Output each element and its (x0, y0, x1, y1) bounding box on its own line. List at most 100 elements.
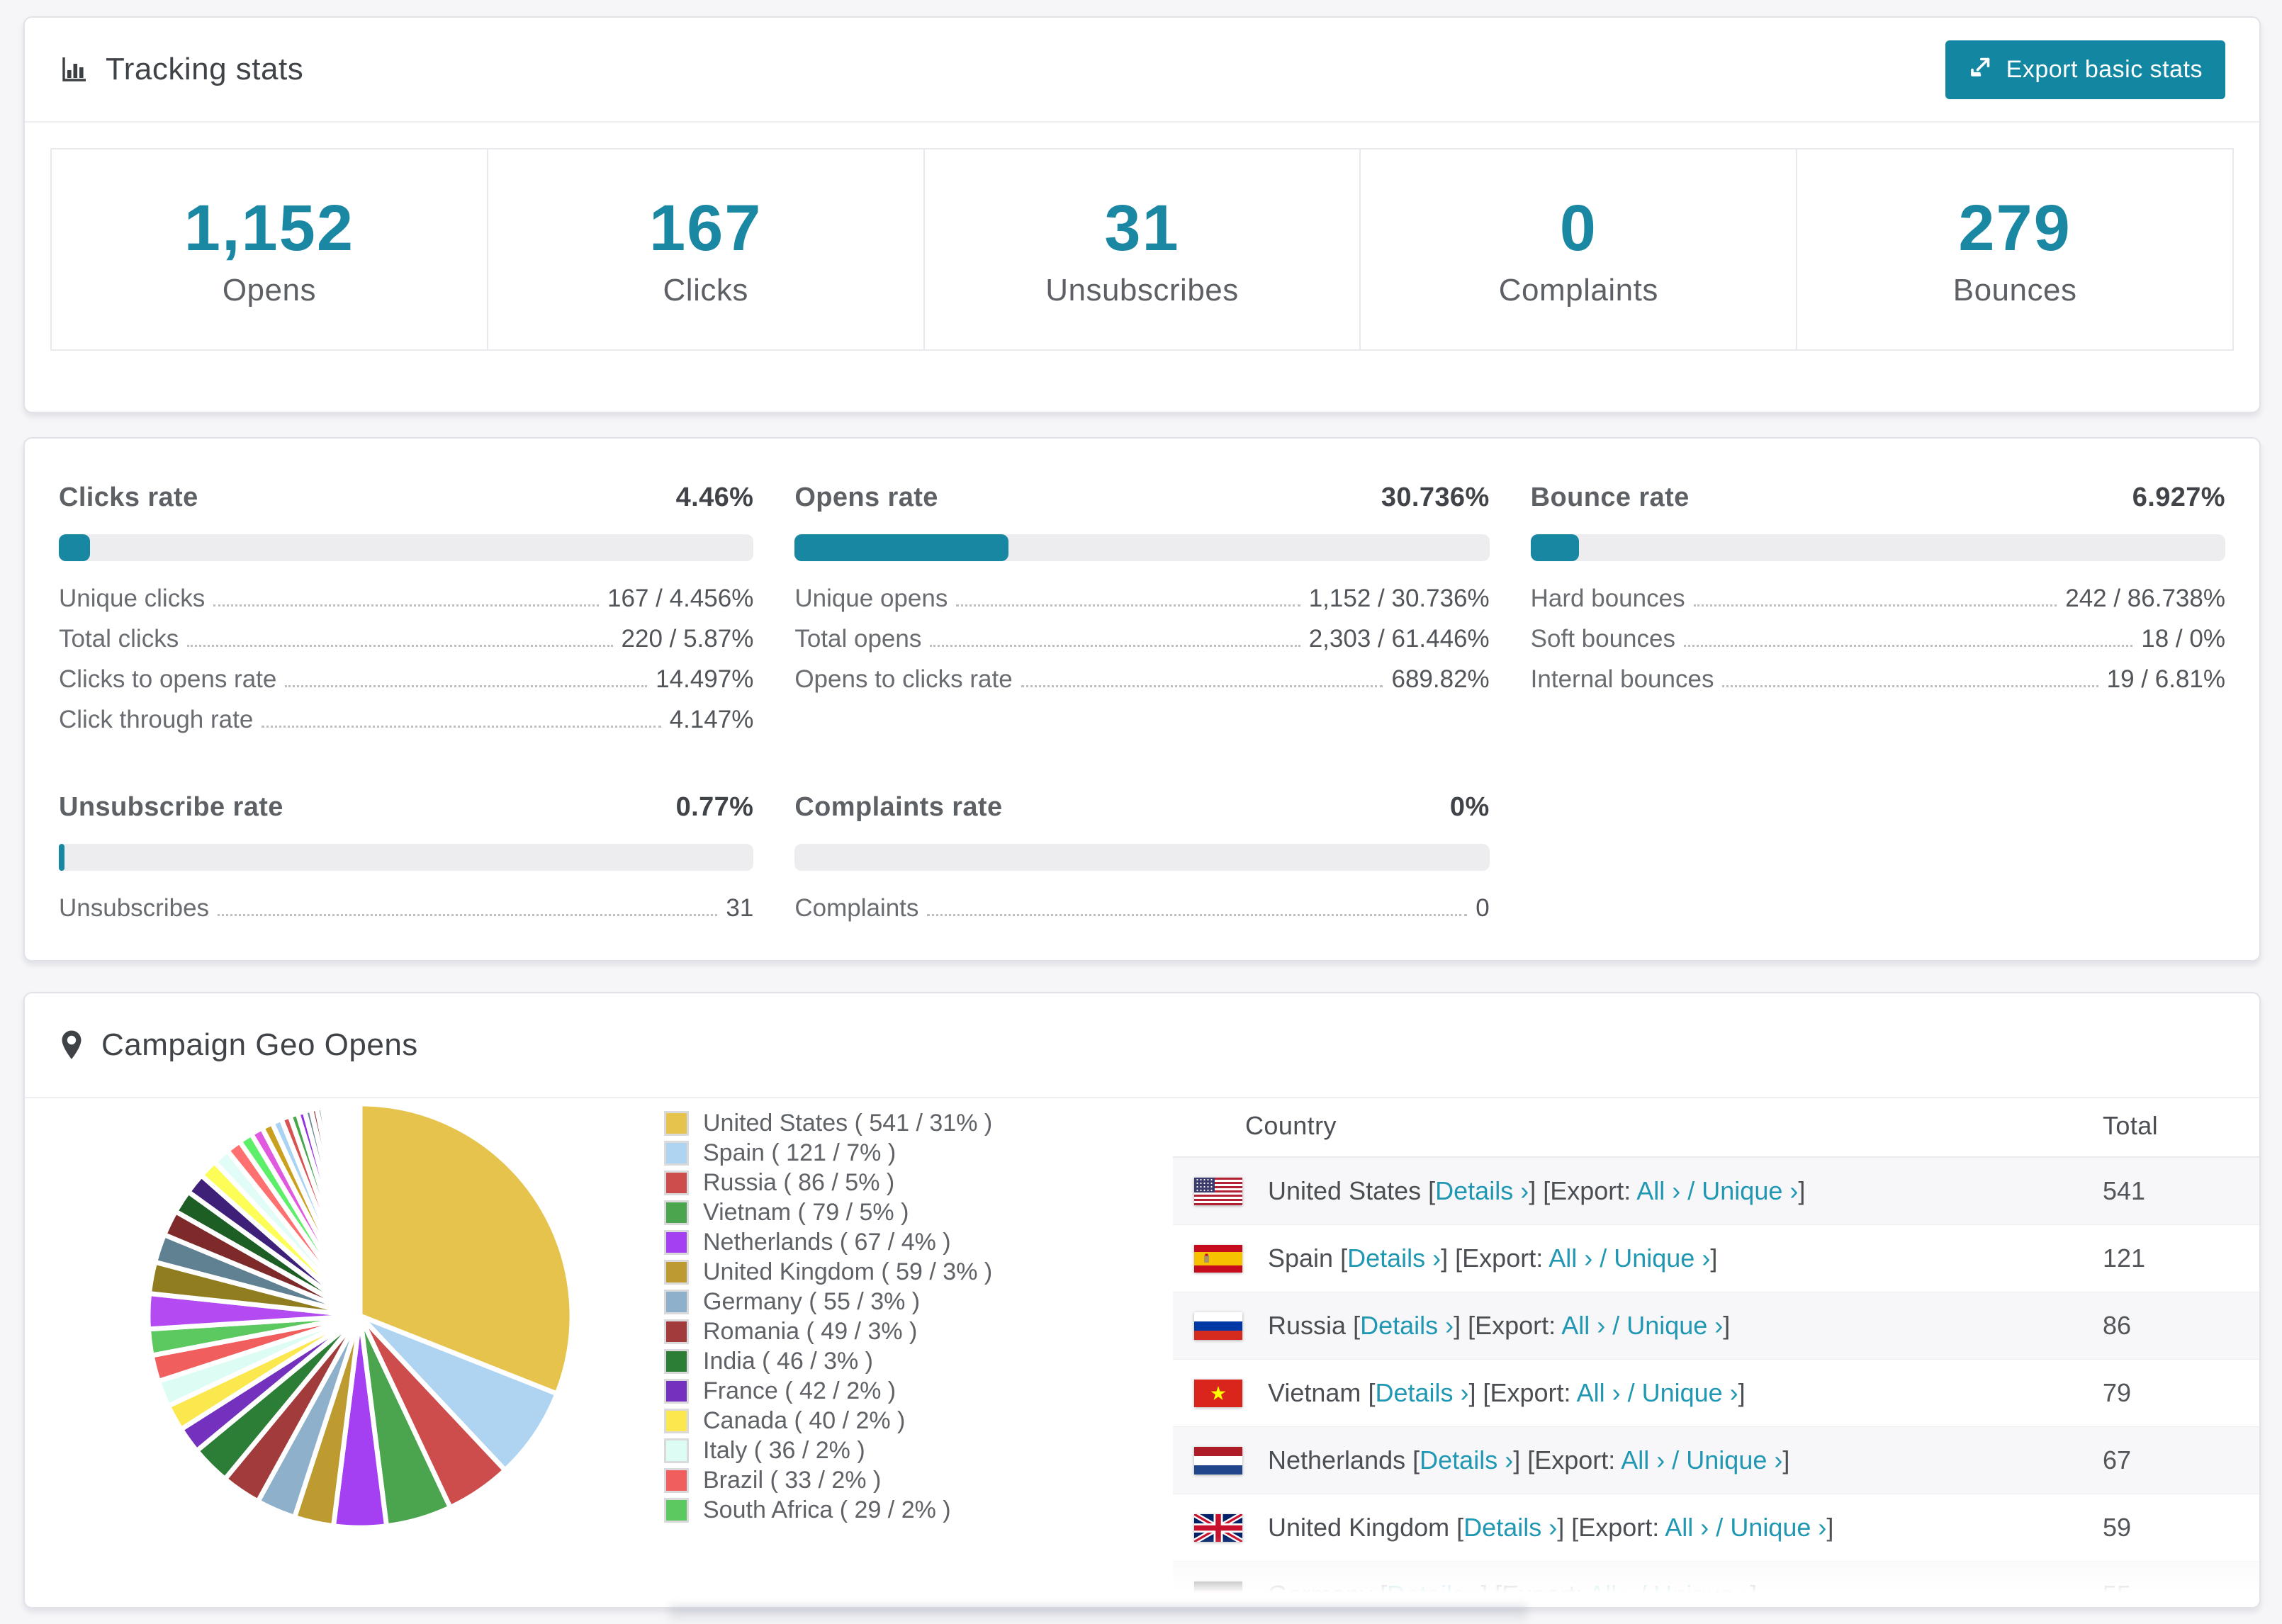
country-name: Russia (1268, 1311, 1347, 1340)
punct: [ (1428, 1176, 1436, 1205)
details-link[interactable]: Details › (1387, 1580, 1480, 1607)
rate-section: Complaints rate 0% Complaints 0 (794, 792, 1490, 923)
rate-detail-label: Click through rate (59, 706, 254, 733)
legend-item: Spain ( 121 / 7% ) (664, 1138, 992, 1168)
export-prefix: Export: (1534, 1445, 1621, 1474)
punct: [ (1353, 1311, 1361, 1340)
country-name: Spain (1268, 1244, 1334, 1273)
geo-table-row: United Kingdom [Details ›] [Export: All … (1173, 1494, 2259, 1562)
dotted-leader (1693, 604, 2057, 607)
geo-table: Country Total United States [Details ›] … (1173, 1093, 2259, 1608)
export-all-link[interactable]: All › (1665, 1513, 1709, 1542)
legend-color-swatch (664, 1259, 689, 1285)
rate-detail-value: 4.147% (669, 706, 754, 733)
summary-stat-unsubscribes: 31 Unsubscribes (925, 150, 1361, 349)
export-prefix: Export: (1550, 1176, 1637, 1205)
export-unique-link[interactable]: Unique › (1642, 1378, 1738, 1407)
rate-detail-label: Unique opens (794, 585, 948, 612)
dotted-leader (285, 685, 648, 687)
details-link[interactable]: Details › (1360, 1311, 1454, 1340)
details-link[interactable]: Details › (1375, 1378, 1468, 1407)
export-all-link[interactable]: All › (1636, 1176, 1680, 1205)
legend-item: Romania ( 49 / 3% ) (664, 1316, 992, 1346)
stat-value: 1,152 (184, 191, 355, 264)
export-all-link[interactable]: All › (1588, 1580, 1632, 1607)
export-unique-link[interactable]: Unique › (1730, 1513, 1826, 1542)
summary-stat-clicks: 167 Clicks (488, 150, 925, 349)
export-unique-link[interactable]: Unique › (1702, 1176, 1798, 1205)
country-total: 541 (2103, 1176, 2146, 1205)
details-link[interactable]: Details › (1420, 1445, 1513, 1474)
export-prefix: Export: (1462, 1244, 1549, 1273)
rate-progress-fill (59, 844, 64, 871)
punct: ] [ (1529, 1176, 1551, 1205)
tracking-stats-header: Tracking stats Export basic stats (25, 18, 2259, 123)
dotted-leader (213, 604, 600, 607)
dotted-leader (1683, 645, 2133, 647)
export-prefix: Export: (1578, 1513, 1665, 1542)
legend-item: Brazil ( 33 / 2% ) (664, 1465, 992, 1495)
punct: ] [ (1480, 1580, 1502, 1608)
details-link[interactable]: Details › (1347, 1244, 1441, 1273)
geo-table-row: Netherlands [Details ›] [Export: All › /… (1173, 1427, 2259, 1494)
rate-percent: 6.927% (2132, 483, 2225, 512)
rate-detail-label: Clicks to opens rate (59, 665, 277, 693)
export-unique-link[interactable]: Unique › (1686, 1445, 1782, 1474)
rate-progress-fill (59, 534, 90, 561)
rate-detail-value: 0 (1476, 894, 1490, 922)
stat-value: 167 (648, 191, 763, 264)
export-all-link[interactable]: All › (1577, 1378, 1621, 1407)
legend-label: Spain ( 121 / 7% ) (703, 1139, 896, 1166)
legend-label: India ( 46 / 3% ) (703, 1347, 874, 1375)
export-prefix: Export: (1490, 1378, 1577, 1407)
legend-label: Netherlands ( 67 / 4% ) (703, 1228, 951, 1256)
legend-color-swatch (664, 1200, 689, 1225)
punct: [ (1340, 1244, 1348, 1273)
export-icon (1968, 54, 1994, 86)
rate-progress-bar (1530, 534, 2225, 561)
dotted-leader (956, 604, 1300, 607)
punct: ] [ (1557, 1513, 1579, 1542)
rate-section: Unsubscribe rate 0.77% Unsubscribes 31 (59, 792, 754, 923)
punct: ] (1750, 1580, 1758, 1608)
legend-label: South Africa ( 29 / 2% ) (703, 1496, 951, 1523)
rate-title: Unsubscribe rate (59, 792, 283, 822)
country-flag-es (1194, 1244, 1242, 1273)
tracking-stats-card: Tracking stats Export basic stats 1,152 … (23, 16, 2261, 413)
legend-label: Vietnam ( 79 / 5% ) (703, 1198, 909, 1226)
rate-detail-label: Total opens (794, 625, 922, 653)
legend-color-swatch (664, 1438, 689, 1463)
rate-detail-value: 2,303 / 61.446% (1308, 625, 1490, 653)
punct: ] (1798, 1176, 1806, 1205)
summary-stat-complaints: 0 Complaints (1361, 150, 1798, 349)
export-prefix: Export: (1475, 1311, 1562, 1340)
legend-item: South Africa ( 29 / 2% ) (664, 1495, 992, 1525)
export-all-link[interactable]: All › (1621, 1445, 1665, 1474)
summary-stat-opens: 1,152 Opens (52, 150, 488, 349)
geo-table-row: Vietnam [Details ›] [Export: All › / Uni… (1173, 1360, 2259, 1427)
rate-detail-value: 689.82% (1391, 665, 1490, 693)
legend-item: Russia ( 86 / 5% ) (664, 1168, 992, 1197)
slash: / (1665, 1445, 1687, 1474)
rate-progress-fill (1530, 534, 1579, 561)
details-link[interactable]: Details › (1463, 1513, 1557, 1542)
country-name: Vietnam (1268, 1378, 1361, 1407)
export-unique-link[interactable]: Unique › (1653, 1580, 1750, 1607)
dotted-leader (1021, 685, 1383, 687)
legend-color-swatch (664, 1170, 689, 1195)
export-all-link[interactable]: All › (1548, 1244, 1592, 1273)
export-all-link[interactable]: All › (1561, 1311, 1605, 1340)
legend-label: Romania ( 49 / 3% ) (703, 1317, 918, 1345)
details-link[interactable]: Details › (1435, 1176, 1529, 1205)
country-total: 121 (2103, 1244, 2146, 1273)
export-unique-link[interactable]: Unique › (1614, 1244, 1710, 1273)
export-basic-stats-button[interactable]: Export basic stats (1945, 40, 2225, 99)
export-unique-link[interactable]: Unique › (1626, 1311, 1723, 1340)
legend-label: Brazil ( 33 / 2% ) (703, 1466, 882, 1494)
punct: ] [ (1468, 1378, 1490, 1407)
rate-detail-row: Internal bounces 19 / 6.81% (1531, 653, 2225, 694)
country-total: 59 (2103, 1513, 2132, 1542)
rate-detail-label: Internal bounces (1530, 665, 1714, 693)
geo-pie-chart (144, 1100, 576, 1532)
summary-stat-bounces: 279 Bounces (1797, 150, 2232, 349)
